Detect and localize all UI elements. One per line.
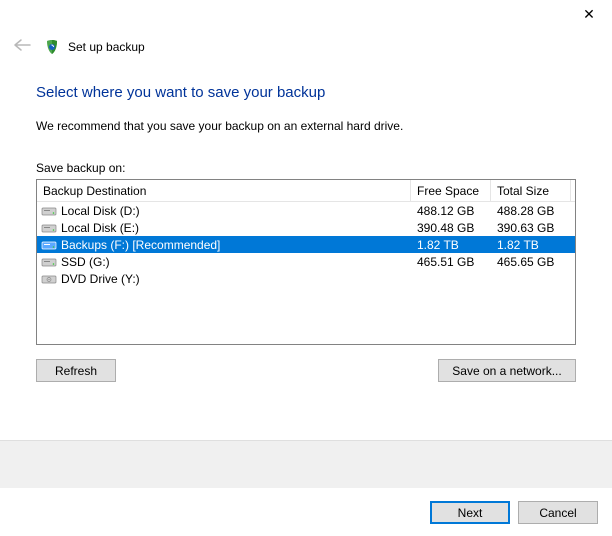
hard-drive-icon xyxy=(41,239,57,251)
drive-destination-cell: Local Disk (D:) xyxy=(37,204,411,218)
col-header-total[interactable]: Total Size xyxy=(491,180,571,201)
content-area: Select where you want to save your backu… xyxy=(0,56,612,382)
backup-shield-icon xyxy=(44,39,60,55)
drive-name: Backups (F:) [Recommended] xyxy=(61,238,220,252)
drive-row[interactable]: Local Disk (D:) 488.12 GB488.28 GB xyxy=(37,202,575,219)
page-heading: Select where you want to save your backu… xyxy=(36,84,576,101)
optical-drive-icon xyxy=(41,273,57,285)
hard-drive-icon xyxy=(41,256,57,268)
drive-free-cell: 465.51 GB xyxy=(411,255,491,269)
drive-destination-cell: SSD (G:) xyxy=(37,255,411,269)
list-header: Backup Destination Free Space Total Size xyxy=(37,180,575,202)
drive-destination-cell: Local Disk (E:) xyxy=(37,221,411,235)
drive-total-cell: 1.82 TB xyxy=(491,238,571,252)
drive-name: DVD Drive (Y:) xyxy=(61,272,140,286)
wizard-title: Set up backup xyxy=(68,40,145,54)
footer-buttons: Next Cancel xyxy=(430,501,598,524)
next-button[interactable]: Next xyxy=(430,501,510,524)
save-network-button[interactable]: Save on a network... xyxy=(438,359,576,382)
list-label: Save backup on: xyxy=(36,161,576,175)
drive-total-cell: 488.28 GB xyxy=(491,204,571,218)
drive-total-cell: 390.63 GB xyxy=(491,221,571,235)
cancel-button[interactable]: Cancel xyxy=(518,501,598,524)
recommend-text: We recommend that you save your backup o… xyxy=(36,119,576,133)
hard-drive-icon xyxy=(41,205,57,217)
refresh-button[interactable]: Refresh xyxy=(36,359,116,382)
col-header-destination[interactable]: Backup Destination xyxy=(37,180,411,201)
close-icon[interactable]: ✕ xyxy=(580,6,598,24)
drive-free-cell: 488.12 GB xyxy=(411,204,491,218)
list-body: Local Disk (D:)488.12 GB488.28 GBLocal D… xyxy=(37,202,575,287)
wizard-window: ✕ Set up backup Select where you want to… xyxy=(0,0,612,536)
footer-bar xyxy=(0,440,612,488)
drive-free-cell: 1.82 TB xyxy=(411,238,491,252)
drive-row[interactable]: Local Disk (E:) 390.48 GB390.63 GB xyxy=(37,219,575,236)
drive-destination-cell: DVD Drive (Y:) xyxy=(37,272,411,286)
drive-total-cell: 465.65 GB xyxy=(491,255,571,269)
drive-listbox[interactable]: Backup Destination Free Space Total Size… xyxy=(36,179,576,345)
drive-name: Local Disk (D:) xyxy=(61,204,140,218)
drive-row[interactable]: SSD (G:) 465.51 GB465.65 GB xyxy=(37,253,575,270)
drive-destination-cell: Backups (F:) [Recommended] xyxy=(37,238,411,252)
hard-drive-icon xyxy=(41,222,57,234)
list-buttons: Refresh Save on a network... xyxy=(36,359,576,382)
drive-row[interactable]: DVD Drive (Y:) xyxy=(37,270,575,287)
drive-name: Local Disk (E:) xyxy=(61,221,139,235)
wizard-header: Set up backup xyxy=(0,0,612,56)
drive-name: SSD (G:) xyxy=(61,255,110,269)
col-header-free[interactable]: Free Space xyxy=(411,180,491,201)
back-arrow-icon[interactable] xyxy=(8,38,36,56)
drive-free-cell: 390.48 GB xyxy=(411,221,491,235)
drive-row[interactable]: Backups (F:) [Recommended] 1.82 TB1.82 TB xyxy=(37,236,575,253)
